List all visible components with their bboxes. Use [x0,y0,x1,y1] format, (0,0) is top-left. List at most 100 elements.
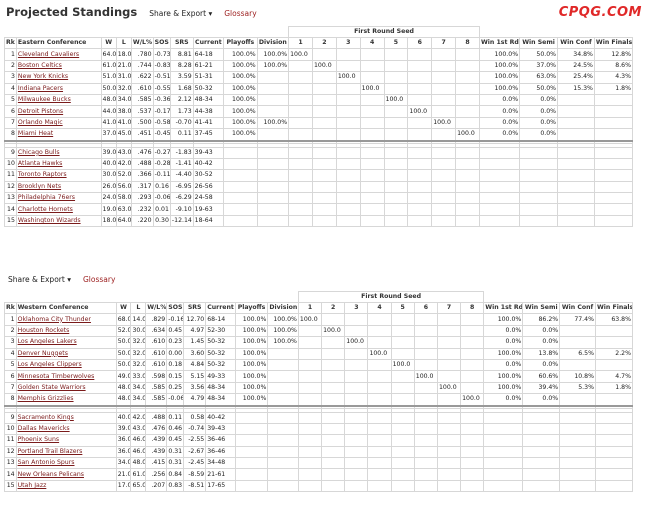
team-link[interactable]: Sacramento Kings [15,411,117,424]
team-link[interactable]: Oklahoma City Thunder [15,313,117,326]
table-cell: 0.46 [166,422,185,436]
column-header[interactable]: SRS [169,36,194,50]
team-link[interactable]: Chicago Bulls [15,146,102,159]
column-header[interactable]: 5 [390,301,415,315]
current-record-cell: 19-63 [192,203,225,216]
team-link[interactable]: San Antonio Spurs [15,457,117,470]
column-header[interactable]: W [115,301,132,315]
column-header[interactable]: 7 [436,301,462,315]
team-link[interactable]: Indiana Pacers [15,82,102,95]
column-header[interactable]: W/L% [130,36,154,50]
column-header[interactable]: L [115,36,132,50]
team-link[interactable]: Toronto Raptors [15,169,102,182]
team-link[interactable]: Boston Celtics [15,59,102,73]
team-link[interactable]: Cleveland Cavaliers [15,48,102,61]
team-link[interactable]: Utah Jazz [15,479,117,493]
team-link[interactable]: Detroit Pistons [15,105,102,118]
seed-cell: 100.0 [436,381,462,395]
column-header[interactable]: 4 [367,301,392,315]
team-link[interactable]: Washington Wizards [15,214,102,228]
team-link[interactable]: Charlotte Hornets [15,203,102,216]
rank-cell: 6 [4,370,17,383]
team-link[interactable]: Los Angeles Lakers [15,336,117,349]
column-header[interactable]: SRS [183,301,207,315]
team-link[interactable]: Milwaukee Bucks [15,93,102,107]
table-cell: 34.0 [130,393,147,407]
column-header[interactable]: SOS [152,36,171,50]
empty-cell [455,203,480,216]
column-header[interactable]: 5 [383,36,409,50]
column-header[interactable]: 2 [321,301,346,315]
column-header[interactable]: W [100,36,117,50]
column-header[interactable]: 2 [311,36,337,50]
column-header[interactable]: Win Conf [557,36,595,50]
column-header[interactable]: Win Finals [593,36,634,50]
empty-cell [478,146,521,159]
team-link[interactable]: Orlando Magic [15,116,102,130]
team-link[interactable]: Atlanta Hawks [15,157,102,171]
team-link[interactable]: Dallas Mavericks [15,422,117,436]
seed-cell [407,116,433,130]
current-record-cell: 50-32 [205,347,236,360]
column-header[interactable]: Eastern Conference [15,36,102,50]
team-link[interactable]: Denver Nuggets [15,347,117,360]
empty-cell [519,157,559,171]
empty-cell [431,203,457,216]
table-cell: -9.10 [169,203,194,216]
empty-cell [559,422,596,436]
seed-cell [311,71,337,84]
column-header[interactable]: Division [256,36,290,50]
share-export-menu-west[interactable]: Share & Export ▾ [8,275,71,284]
column-header[interactable]: Win Semi [519,36,559,50]
team-link[interactable]: Los Angeles Clippers [15,358,117,372]
column-header[interactable]: 6 [413,301,438,315]
column-header[interactable]: W/L% [145,301,168,315]
column-header[interactable]: Win Semi [522,301,561,315]
column-header[interactable]: 6 [407,36,433,50]
column-header[interactable]: 8 [460,301,485,315]
team-link[interactable]: Portland Trail Blazers [15,445,117,459]
glossary-link[interactable]: Glossary [224,9,256,18]
team-link[interactable]: Memphis Grizzlies [15,393,117,407]
seed-cell [413,347,438,360]
column-header[interactable]: 7 [431,36,457,50]
column-header[interactable]: Current [192,36,225,50]
column-header[interactable]: Division [267,301,299,315]
division-cell: 100.0% [267,336,299,349]
table-cell: 41.0 [100,116,117,130]
column-header[interactable]: Playoffs [223,36,258,50]
column-header[interactable]: L [130,301,147,315]
glossary-link-west[interactable]: Glossary [83,275,115,284]
team-link[interactable]: Miami Heat [15,128,102,142]
column-header[interactable]: SOS [166,301,185,315]
rank-cell: 5 [4,358,17,372]
empty-cell [522,434,561,447]
column-header[interactable]: Rk [4,36,17,50]
column-header[interactable]: 3 [335,36,361,50]
column-header[interactable]: Rk [4,301,17,315]
seed-cell [367,324,392,338]
column-header[interactable]: Western Conference [15,301,117,315]
column-header[interactable]: 1 [288,36,313,50]
share-export-menu[interactable]: Share & Export ▾ [149,9,212,18]
column-header[interactable]: Win 1st Rd [483,301,524,315]
column-header[interactable]: Playoffs [234,301,269,315]
team-link[interactable]: Golden State Warriors [15,381,117,395]
column-header[interactable]: Win Conf [559,301,596,315]
team-link[interactable]: Phoenix Suns [15,434,117,447]
team-link[interactable]: Philadelphia 76ers [15,192,102,205]
team-link[interactable]: New York Knicks [15,71,102,84]
empty-cell [431,157,457,171]
team-link[interactable]: New Orleans Pelicans [15,468,117,481]
column-header[interactable]: Win 1st Rd [478,36,521,50]
team-link[interactable]: Brooklyn Nets [15,180,102,194]
team-link[interactable]: Houston Rockets [15,324,117,338]
column-header[interactable]: Current [205,301,236,315]
table-row: 4 Denver Nuggets 50.0 32.0.610 0.00 3.60 50-32… [4,347,634,360]
column-header[interactable]: 1 [297,301,323,315]
team-link[interactable]: Minnesota Timberwolves [15,370,117,383]
column-header[interactable]: Win Finals [594,301,634,315]
column-header[interactable]: 8 [455,36,480,50]
column-header[interactable]: 4 [359,36,385,50]
column-header[interactable]: 3 [344,301,369,315]
